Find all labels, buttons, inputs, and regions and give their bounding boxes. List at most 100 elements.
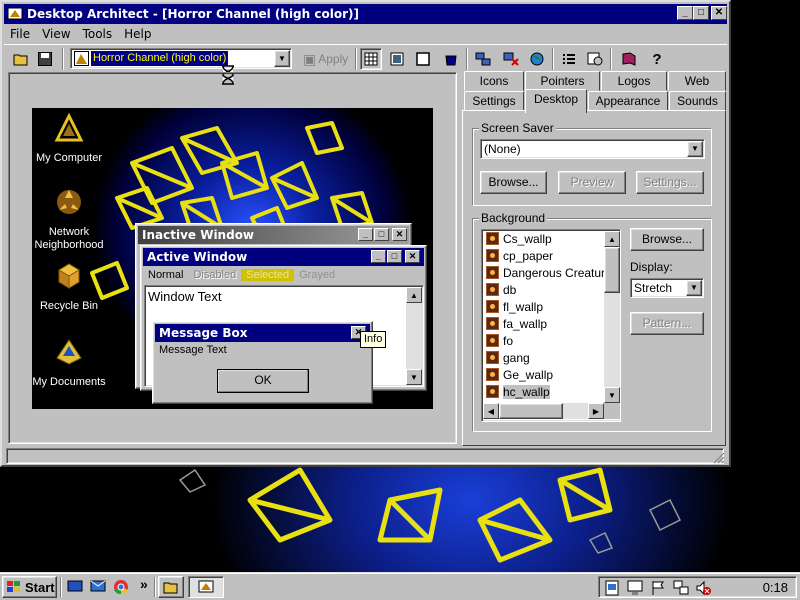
bitmap-icon xyxy=(486,368,499,381)
window-view-icon[interactable] xyxy=(412,48,434,70)
preview-scrollbar: ▲ ▼ xyxy=(406,287,422,385)
bitmap-icon xyxy=(486,266,499,279)
minimize-button[interactable]: _ xyxy=(677,6,693,20)
list-item[interactable]: db xyxy=(482,281,620,298)
taskbar-folder-button[interactable] xyxy=(158,576,184,598)
tray-volume-muted-icon[interactable] xyxy=(695,580,711,599)
scroll-right-icon[interactable]: ▶ xyxy=(588,403,604,419)
menu-view[interactable]: View xyxy=(36,25,76,43)
window-text-sample: Window Text xyxy=(148,289,222,304)
maximize-button[interactable]: □ xyxy=(693,6,709,20)
checklist-icon[interactable] xyxy=(558,48,580,70)
desktop-icon-network[interactable]: Network Neighborhood xyxy=(32,186,114,252)
display-label: Display: xyxy=(630,260,673,274)
start-label: Start xyxy=(25,579,55,595)
resize-grip-icon[interactable] xyxy=(713,452,725,464)
scroll-down-icon[interactable]: ▼ xyxy=(604,387,620,403)
tray-network-icon[interactable] xyxy=(673,580,689,599)
list-item[interactable]: gang xyxy=(482,349,620,366)
list-item-label: fa_wallp xyxy=(503,316,548,331)
title-bar[interactable]: Desktop Architect - [Horror Channel (hig… xyxy=(4,4,727,24)
pattern-button[interactable]: Pattern... xyxy=(630,312,704,335)
desktop-icon-my-computer[interactable]: My Computer xyxy=(32,112,114,165)
bitmap-icon xyxy=(486,283,499,296)
apply-label: Apply xyxy=(318,52,349,66)
chevron-down-icon[interactable]: ▼ xyxy=(686,280,702,296)
list-item[interactable]: Dangerous Creatures xyxy=(482,264,620,281)
tab-pointers[interactable]: Pointers xyxy=(525,71,600,91)
close-button[interactable]: ✕ xyxy=(711,6,727,20)
picture-view-icon[interactable] xyxy=(386,48,408,70)
list-horizontal-scrollbar[interactable]: ◀ ▶ xyxy=(483,403,604,419)
bitmap-icon xyxy=(486,334,499,347)
window-title: Desktop Architect - [Horror Channel (hig… xyxy=(27,7,359,21)
list-item[interactable]: fl_wallp xyxy=(482,298,620,315)
tab-desktop[interactable]: Desktop xyxy=(525,89,587,113)
desktop-icon-recycle-bin[interactable]: Recycle Bin xyxy=(32,260,114,313)
desktop-icon-label: Recycle Bin xyxy=(39,300,99,312)
list-item-label: hc_wallp xyxy=(503,384,550,399)
menu-grayed-sample: Grayed xyxy=(299,269,336,281)
list-item-label: db xyxy=(503,282,517,297)
list-item-label: Dangerous Creatures xyxy=(503,265,618,280)
taskbar-desktop-architect-button[interactable] xyxy=(188,576,224,598)
outlook-express-icon[interactable] xyxy=(90,579,106,596)
scroll-thumb[interactable] xyxy=(604,247,620,293)
list-item[interactable]: fa_wallp xyxy=(482,315,620,332)
show-desktop-icon[interactable] xyxy=(67,579,83,596)
desktop-icon-my-documents[interactable]: My Documents xyxy=(32,336,114,389)
screen-saver-browse-button[interactable]: Browse... xyxy=(480,171,547,194)
menu-tools[interactable]: Tools xyxy=(77,25,119,43)
display-select[interactable]: Stretch ▼ xyxy=(630,278,704,298)
list-item[interactable]: cp_paper xyxy=(482,247,620,264)
tray-flag-icon[interactable] xyxy=(651,580,665,599)
scroll-thumb[interactable] xyxy=(499,403,563,419)
screen-saver-select[interactable]: (None) ▼ xyxy=(480,139,705,159)
help-question-icon[interactable]: ? xyxy=(646,48,668,70)
background-list[interactable]: Cs_wallp cp_paper Dangerous Creatures db… xyxy=(481,229,621,422)
tray-monitor-icon[interactable] xyxy=(627,580,643,599)
toolbar: Horror Channel (high color) ▼ ▣ Apply ? xyxy=(4,44,727,85)
list-item[interactable]: Cs_wallp xyxy=(482,230,620,247)
chevron-down-icon[interactable]: ▼ xyxy=(274,50,290,67)
display-value: Stretch xyxy=(634,281,673,295)
tab-appearance[interactable]: Appearance xyxy=(588,91,668,111)
properties-icon[interactable] xyxy=(584,48,606,70)
screen-saver-settings-button[interactable]: Settings... xyxy=(636,171,704,194)
bitmap-icon xyxy=(486,351,499,364)
save-disk-icon[interactable] xyxy=(34,48,56,70)
list-item-label: cp_paper xyxy=(503,248,554,263)
message-box-text: Message Text xyxy=(159,344,227,356)
screen-saver-preview-button[interactable]: Preview xyxy=(558,171,626,194)
open-folder-icon[interactable] xyxy=(10,48,32,70)
apply-button[interactable]: ▣ Apply xyxy=(300,48,352,70)
menu-help[interactable]: Help xyxy=(118,25,157,43)
chevron-down-icon[interactable]: ▼ xyxy=(687,141,703,157)
list-item[interactable]: fo xyxy=(482,332,620,349)
disconnect-icon[interactable] xyxy=(500,48,522,70)
book-icon[interactable] xyxy=(618,48,640,70)
list-item[interactable]: Ge_wallp xyxy=(482,366,620,383)
start-button[interactable]: Start xyxy=(2,576,57,598)
tray-document-icon[interactable] xyxy=(605,580,619,599)
scroll-up-icon[interactable]: ▲ xyxy=(604,231,620,247)
list-vertical-scrollbar[interactable]: ▲ ▼ xyxy=(604,231,620,403)
network-icon[interactable] xyxy=(472,48,494,70)
globe-icon[interactable] xyxy=(526,48,548,70)
list-item-selected[interactable]: hc_wallp xyxy=(482,383,620,400)
tab-web[interactable]: Web xyxy=(668,71,726,91)
tooltip-sample: Info xyxy=(360,331,387,348)
paint-bucket-icon[interactable] xyxy=(440,48,462,70)
grid-view-icon[interactable] xyxy=(360,48,382,70)
scroll-left-icon[interactable]: ◀ xyxy=(483,403,499,419)
menu-file[interactable]: File xyxy=(4,25,36,43)
tab-logos[interactable]: Logos xyxy=(601,71,667,91)
background-browse-button[interactable]: Browse... xyxy=(630,228,704,251)
tab-settings[interactable]: Settings xyxy=(464,91,524,111)
bitmap-icon xyxy=(486,317,499,330)
quick-launch-more[interactable]: » xyxy=(140,576,148,592)
tab-sounds[interactable]: Sounds xyxy=(669,91,726,111)
tab-icons[interactable]: Icons xyxy=(464,71,524,91)
chrome-icon[interactable] xyxy=(113,579,129,598)
scheme-select[interactable]: Horror Channel (high color) ▼ xyxy=(70,48,292,69)
